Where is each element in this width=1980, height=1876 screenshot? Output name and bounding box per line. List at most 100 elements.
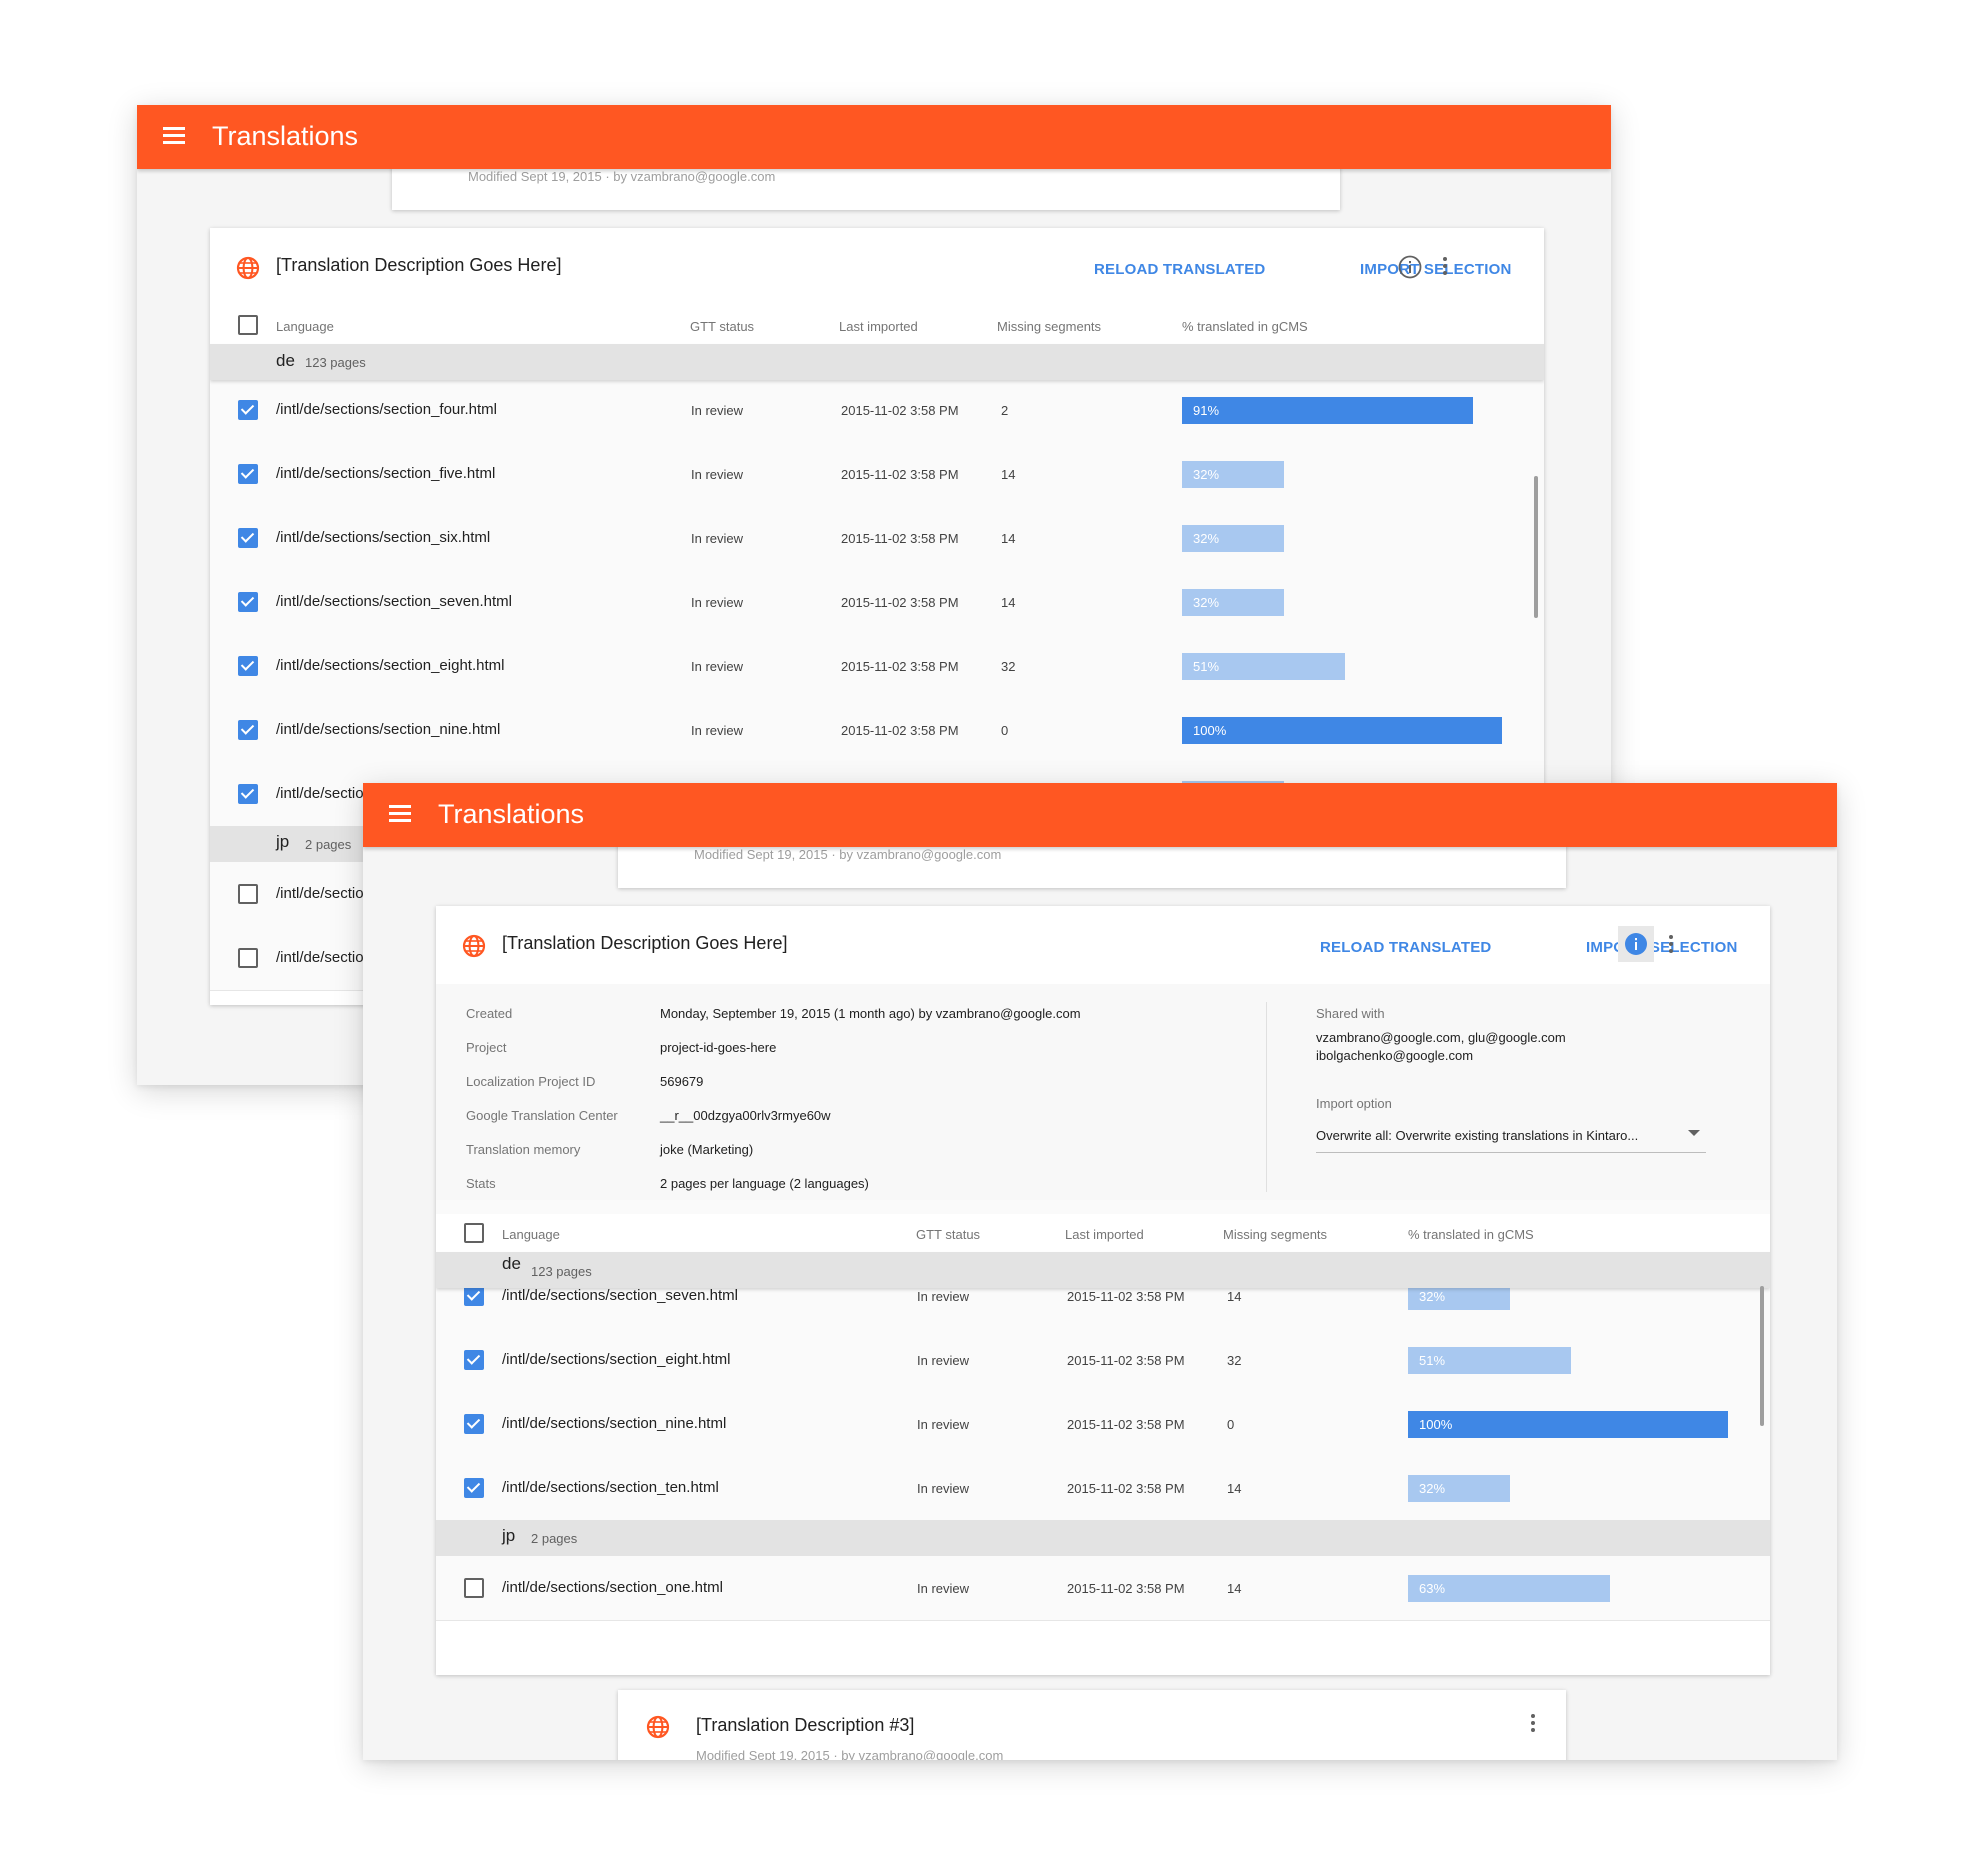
table-row[interactable]: /intl/de/sections/section_ten.html In rev… [436,1456,1770,1521]
table-row[interactable]: /intl/de/sections/section_seven.html In r… [210,570,1544,635]
language-group-jp[interactable]: jp 2 pages [436,1520,1770,1556]
row-checkbox[interactable] [238,784,258,804]
import-selection-button[interactable]: IMPORT SELECTION [1360,261,1512,278]
app-title: Translations [212,121,359,151]
table-row[interactable]: /intl/de/sections/section_nine.html In re… [210,698,1544,763]
percent-label: 63% [1419,1581,1446,1596]
globe-icon [646,1715,670,1739]
translation-center-value: __r__00dzgya00rlv3rmye60w [660,1108,831,1123]
translation-card-3[interactable]: [Translation Description #3] Modified Se… [618,1690,1566,1760]
percent-label: 91% [1193,403,1220,418]
more-vert-icon[interactable] [1668,935,1674,956]
column-last-imported: Last imported [839,319,918,334]
table-header: Language GTT status Last imported Missin… [210,306,1544,344]
reload-translated-button[interactable]: RELOAD TRANSLATED [1094,261,1265,278]
table-row[interactable]: /intl/de/sections/section_eight.html In r… [210,634,1544,699]
column-gtt-status: GTT status [916,1227,981,1242]
row-checkbox[interactable] [238,720,258,740]
reload-translated-button[interactable]: RELOAD TRANSLATED [1320,939,1491,956]
page-path: /intl/de/sections/section_eight.html [502,1351,731,1368]
language-group-de[interactable]: de 123 pages [436,1252,1770,1288]
info-icon[interactable] [1396,253,1424,281]
row-checkbox[interactable] [238,656,258,676]
page-path: /intl/de/sections/section_eight.html [276,657,505,674]
translated-progress-bar: 51% [1408,1347,1571,1374]
page-path: /intl/de/sections/section_nine.html [276,721,501,738]
table-row[interactable]: /intl/de/sections/section_five.html In re… [210,442,1544,507]
card-meta: Modified Sept 19, 2015 · by vzambrano@go… [694,847,1002,862]
percent-label: 32% [1419,1289,1446,1304]
menu-icon[interactable] [389,805,411,823]
page-path: /intl/de/sections/section_one.html [502,1579,723,1596]
missing-segments: 14 [1227,1581,1242,1596]
project-value: project-id-goes-here [660,1040,777,1055]
group-page-count: 123 pages [305,355,366,370]
row-checkbox[interactable] [238,400,258,420]
row-checkbox[interactable] [464,1578,484,1598]
import-option-select[interactable]: Overwrite all: Overwrite existing transl… [1316,1122,1706,1153]
table-row[interactable]: /intl/de/sections/section_four.html In re… [210,378,1544,443]
more-vert-icon[interactable] [1530,1714,1536,1735]
scrollbar-thumb[interactable] [1760,1286,1764,1426]
menu-icon[interactable] [163,127,185,145]
scrollbar-thumb[interactable] [1534,476,1538,618]
gtt-status: In review [917,1353,970,1368]
last-imported: 2015-11-02 3:58 PM [841,659,959,674]
gtt-status: In review [917,1581,970,1596]
row-checkbox[interactable] [238,948,258,968]
translated-progress-bar: 100% [1408,1411,1728,1438]
import-option-value: Overwrite all: Overwrite existing transl… [1316,1128,1639,1143]
project-label: Project [466,1040,507,1055]
gtt-status: In review [917,1289,970,1304]
gtt-status: In review [691,531,744,546]
gtt-status: In review [691,467,744,482]
missing-segments: 14 [1001,595,1016,610]
row-checkbox[interactable] [464,1478,484,1498]
created-label: Created [466,1006,513,1021]
group-language-code: jp [502,1526,516,1545]
row-checkbox[interactable] [464,1350,484,1370]
group-language-code: de [276,351,295,370]
globe-icon [462,934,486,958]
select-all-checkbox[interactable] [464,1223,484,1243]
table-row[interactable]: /intl/de/sections/section_six.html In rev… [210,506,1544,571]
gtt-status: In review [917,1417,970,1432]
translation-memory-value: joke (Marketing) [660,1142,754,1157]
page-path: /intl/de/sections/section_ten.html [502,1479,719,1496]
percent-label: 32% [1193,595,1220,610]
table-row[interactable]: /intl/de/sections/section_one.html In rev… [436,1556,1770,1621]
details-panel: Created Monday, September 19, 2015 (1 mo… [436,984,1770,1215]
table-row[interactable]: /intl/de/sections/section_nine.html In re… [436,1392,1770,1457]
translated-progress-bar: 32% [1182,461,1284,488]
percent-label: 51% [1419,1353,1446,1368]
group-language-code: de [502,1254,521,1273]
more-vert-icon[interactable] [1442,257,1448,278]
info-icon[interactable] [1618,926,1654,962]
group-page-count: 2 pages [531,1531,578,1546]
column-percent-translated: % translated in gCMS [1408,1227,1534,1242]
row-checkbox[interactable] [238,884,258,904]
table-row[interactable]: /intl/de/sections/section_eight.html In r… [436,1328,1770,1393]
import-selection-button[interactable]: IMPORT SELECTION [1586,939,1738,956]
language-group-de[interactable]: de 123 pages [210,344,1544,380]
row-checkbox[interactable] [238,592,258,612]
card-meta: Modified Sept 19, 2015 · by vzambrano@go… [696,1748,1004,1760]
gtt-status: In review [691,723,744,738]
column-language: Language [276,319,334,334]
select-all-checkbox[interactable] [238,315,258,335]
row-checkbox[interactable] [464,1414,484,1434]
app-bar: Translations [137,105,1611,169]
row-checkbox[interactable] [464,1286,484,1306]
missing-segments: 32 [1227,1353,1242,1368]
row-checkbox[interactable] [238,528,258,548]
created-value: Monday, September 19, 2015 (1 month ago)… [660,1006,1081,1021]
gtt-status: In review [917,1481,970,1496]
row-checkbox[interactable] [238,464,258,484]
details-divider [1266,1002,1267,1192]
localization-project-id-label: Localization Project ID [466,1074,596,1089]
missing-segments: 0 [1001,723,1009,738]
stats-value: 2 pages per language (2 languages) [660,1176,869,1191]
translation-card-expanded: [Translation Description Goes Here] RELO… [436,906,1770,1675]
card-meta: Modified Sept 19, 2015 · by vzambrano@go… [468,169,776,184]
stats-label: Stats [466,1176,496,1191]
